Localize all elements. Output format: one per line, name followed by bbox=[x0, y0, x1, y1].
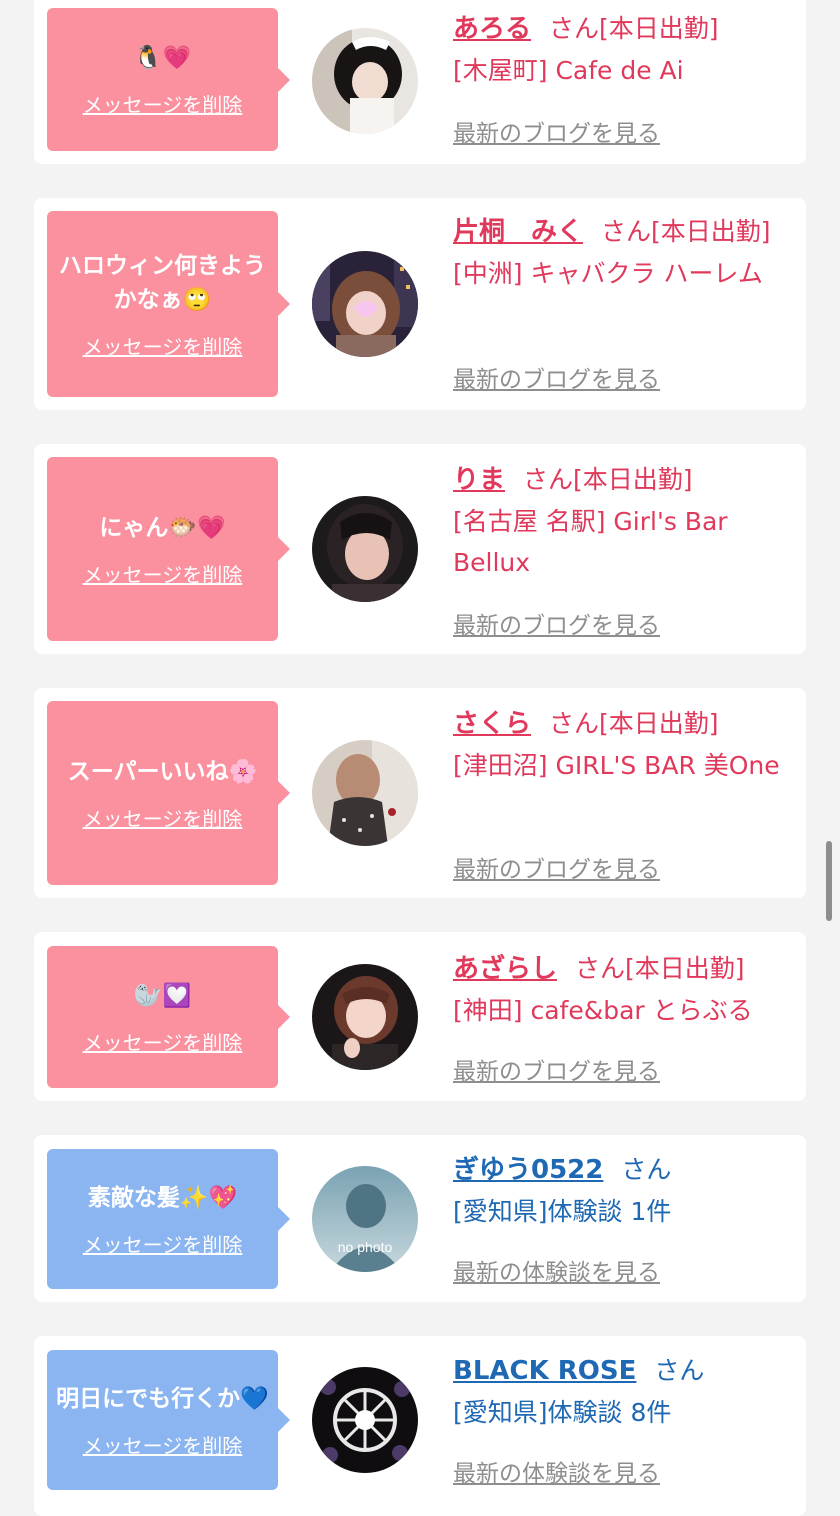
user-name-link[interactable]: BLACK ROSE bbox=[453, 1356, 636, 1386]
avatar[interactable] bbox=[312, 740, 418, 846]
avatar-photo bbox=[312, 740, 418, 846]
avatar-photo bbox=[312, 28, 418, 134]
message-bubble: にゃん🐡💗 メッセージを削除 bbox=[47, 457, 290, 641]
no-photo-avatar: no photo bbox=[312, 1166, 418, 1272]
scrollbar-thumb[interactable] bbox=[826, 841, 832, 921]
message-bubble: 素敵な髪✨💖 メッセージを削除 bbox=[47, 1149, 290, 1289]
message-card: スーパーいいね🌸 メッセージを削除 さくら さん[本日出勤] [津田沼] GIRL… bbox=[34, 688, 806, 898]
honorific: さん bbox=[523, 465, 574, 494]
attendance-status: [本日出勤] bbox=[625, 954, 745, 983]
message-card: 明日にでも行くか💙 メッセージを削除 BLACK ROSE さん [愛知県]体験談… bbox=[34, 1336, 806, 1516]
honorific: さん bbox=[654, 1356, 705, 1385]
latest-blog-link[interactable]: 最新のブログを見る bbox=[453, 114, 660, 148]
avatar[interactable] bbox=[312, 1367, 418, 1473]
message-card: にゃん🐡💗 メッセージを削除 りま さん[本日出勤] [名古屋 名駅] Girl'… bbox=[34, 444, 806, 654]
avatar[interactable] bbox=[312, 496, 418, 602]
avatar[interactable] bbox=[312, 964, 418, 1070]
shop-name: [木屋町] Cafe de Ai bbox=[453, 56, 684, 85]
message-card: 素敵な髪✨💖 メッセージを削除 no photo ぎゆう0522 さん [愛知県]… bbox=[34, 1135, 806, 1302]
avatar-photo bbox=[312, 1367, 418, 1473]
message-bubble: 🐧💗 メッセージを削除 bbox=[47, 8, 290, 151]
user-info: さくら さん[本日出勤] [津田沼] GIRL'S BAR 美One bbox=[453, 703, 788, 786]
user-name-link[interactable]: あざらし bbox=[453, 954, 557, 984]
avatar[interactable] bbox=[312, 28, 418, 134]
message-bubble: ハロウィン何きようかなぁ🙄 メッセージを削除 bbox=[47, 211, 290, 397]
message-text: ハロウィン何きようかなぁ🙄 bbox=[59, 252, 266, 313]
user-name-link[interactable]: あろる bbox=[453, 14, 531, 44]
user-name-link[interactable]: りま bbox=[453, 465, 505, 495]
message-bubble: 🦭💟 メッセージを削除 bbox=[47, 946, 290, 1088]
delete-message-link[interactable]: メッセージを削除 bbox=[83, 331, 243, 360]
shop-name: [津田沼] GIRL'S BAR 美One bbox=[453, 751, 780, 780]
user-info: BLACK ROSE さん [愛知県]体験談 8件 bbox=[453, 1350, 788, 1433]
user-info: 片桐 みく さん[本日出勤] [中洲] キャバクラ ハーレム bbox=[453, 211, 788, 294]
message-text: スーパーいいね🌸 bbox=[67, 758, 258, 785]
attendance-status: [本日出勤] bbox=[573, 465, 693, 494]
latest-review-link[interactable]: 最新の体験談を見る bbox=[453, 1454, 660, 1488]
latest-blog-link[interactable]: 最新のブログを見る bbox=[453, 1052, 660, 1086]
user-info: ぎゆう0522 さん [愛知県]体験談 1件 bbox=[453, 1149, 788, 1232]
delete-message-link[interactable]: メッセージを削除 bbox=[83, 1027, 243, 1056]
shop-name: [名古屋 名駅] Girl's Bar Bellux bbox=[453, 507, 728, 577]
delete-message-link[interactable]: メッセージを削除 bbox=[83, 1229, 243, 1258]
honorific: さん bbox=[601, 217, 652, 246]
message-text: にゃん🐡💗 bbox=[99, 514, 226, 541]
user-info: あざらし さん[本日出勤] [神田] cafe&bar とらぶる bbox=[453, 948, 788, 1031]
user-info: りま さん[本日出勤] [名古屋 名駅] Girl's Bar Bellux bbox=[453, 459, 788, 583]
review-count: [愛知県]体験談 1件 bbox=[453, 1197, 672, 1226]
message-card: 🦭💟 メッセージを削除 あざらし さん[本日出勤] [神田] cafe&bar と… bbox=[34, 932, 806, 1101]
user-name-link[interactable]: ぎゆう0522 bbox=[453, 1155, 603, 1185]
message-bubble: スーパーいいね🌸 メッセージを削除 bbox=[47, 701, 290, 885]
shop-name: [神田] cafe&bar とらぶる bbox=[453, 996, 753, 1025]
latest-blog-link[interactable]: 最新のブログを見る bbox=[453, 606, 660, 640]
honorific: さん bbox=[621, 1155, 672, 1184]
honorific: さん bbox=[549, 14, 600, 43]
attendance-status: [本日出勤] bbox=[599, 709, 719, 738]
avatar-photo bbox=[312, 251, 418, 357]
user-info: あろる さん[本日出勤] [木屋町] Cafe de Ai bbox=[453, 8, 788, 91]
message-bubble: 明日にでも行くか💙 メッセージを削除 bbox=[47, 1350, 290, 1490]
attendance-status: [本日出勤] bbox=[599, 14, 719, 43]
latest-blog-link[interactable]: 最新のブログを見る bbox=[453, 360, 660, 394]
attendance-status: [本日出勤] bbox=[651, 217, 771, 246]
message-text: 🐧💗 bbox=[133, 45, 192, 71]
message-card: ハロウィン何きようかなぁ🙄 メッセージを削除 片桐 みく さん[本日出勤] [中洲… bbox=[34, 198, 806, 410]
honorific: さん bbox=[549, 709, 600, 738]
delete-message-link[interactable]: メッセージを削除 bbox=[83, 803, 243, 832]
user-name-link[interactable]: さくら bbox=[453, 709, 531, 739]
avatar[interactable]: no photo bbox=[312, 1166, 418, 1272]
review-count: [愛知県]体験談 8件 bbox=[453, 1398, 672, 1427]
user-name-link[interactable]: 片桐 みく bbox=[453, 217, 583, 247]
avatar-photo bbox=[312, 496, 418, 602]
no-photo-text: no photo bbox=[338, 1239, 393, 1255]
latest-blog-link[interactable]: 最新のブログを見る bbox=[453, 850, 660, 884]
delete-message-link[interactable]: メッセージを削除 bbox=[83, 89, 243, 118]
message-text: 🦭💟 bbox=[133, 982, 192, 1009]
latest-review-link[interactable]: 最新の体験談を見る bbox=[453, 1253, 660, 1287]
delete-message-link[interactable]: メッセージを削除 bbox=[83, 559, 243, 588]
avatar-photo bbox=[312, 964, 418, 1070]
shop-name: [中洲] キャバクラ ハーレム bbox=[453, 259, 763, 288]
message-card: 🐧💗 メッセージを削除 あろる さん[本日出勤] [木屋町] Cafe de Ai… bbox=[34, 0, 806, 164]
avatar[interactable] bbox=[312, 251, 418, 357]
honorific: さん bbox=[575, 954, 626, 983]
message-text: 素敵な髪✨💖 bbox=[87, 1184, 238, 1211]
message-text: 明日にでも行くか💙 bbox=[56, 1385, 269, 1412]
delete-message-link[interactable]: メッセージを削除 bbox=[83, 1430, 243, 1459]
